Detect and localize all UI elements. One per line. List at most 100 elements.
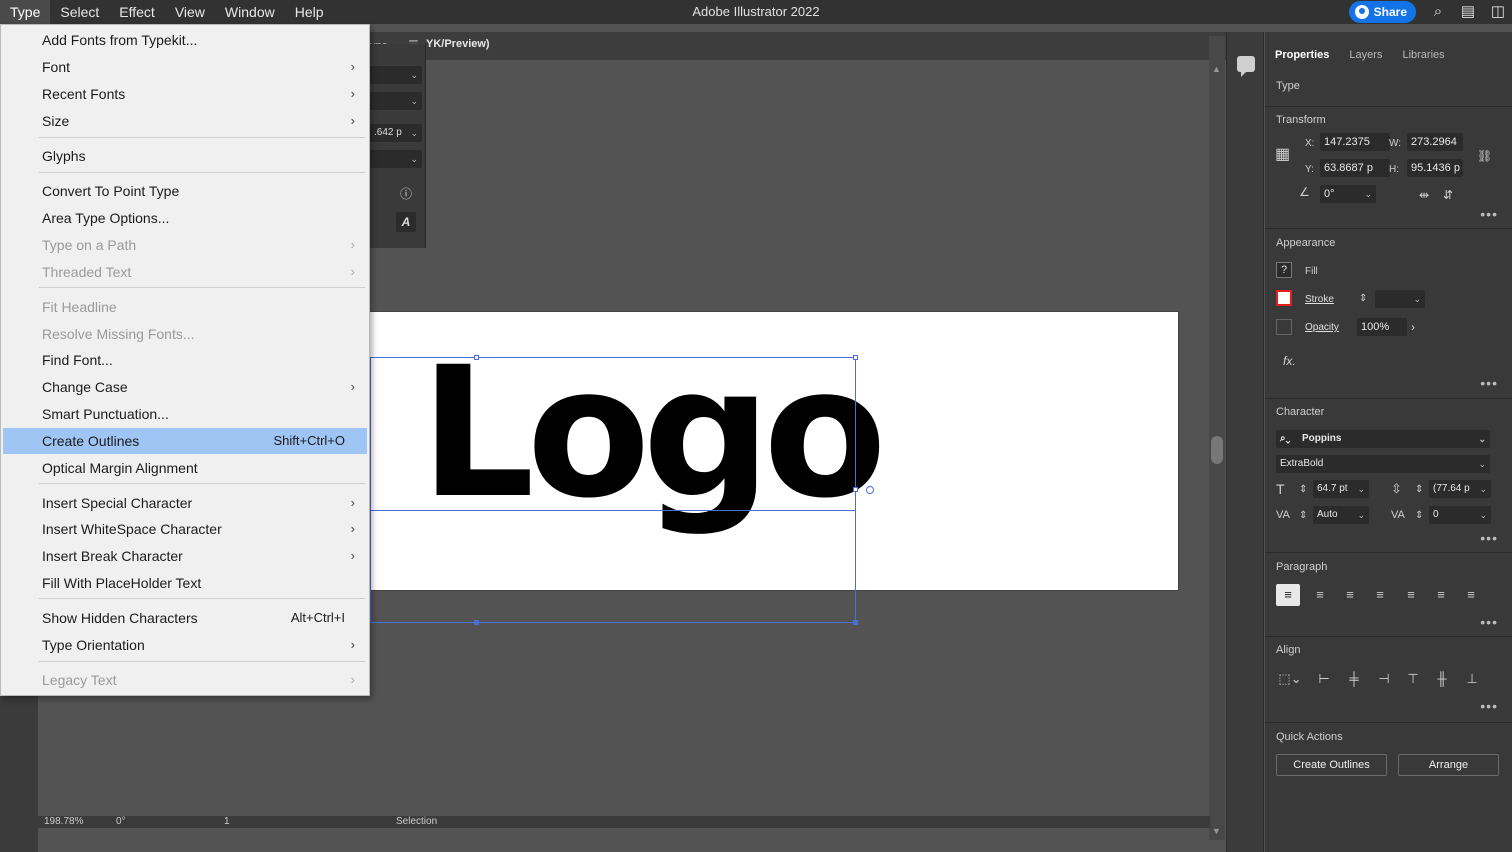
arrange-button[interactable]: Arrange bbox=[1398, 754, 1499, 776]
stepper-icon[interactable]: ⇕ bbox=[1415, 482, 1423, 498]
justify-center-icon[interactable]: ≡ bbox=[1402, 587, 1420, 603]
justify-all-icon[interactable]: ≡ bbox=[1462, 587, 1480, 603]
opacity-field[interactable]: 100% bbox=[1357, 318, 1407, 336]
scrollbar-thumb[interactable] bbox=[1211, 436, 1223, 464]
menu-item-insert-special-character[interactable]: Insert Special Character › bbox=[3, 490, 367, 516]
font-family-field[interactable]: ⌕⌄ Poppins ⌄ bbox=[1276, 430, 1490, 448]
menu-item-recent-fonts[interactable]: Recent Fonts › bbox=[3, 81, 367, 107]
zoom-level[interactable]: 198.78% bbox=[44, 816, 83, 828]
align-bottom-edges-icon[interactable]: ⊥ bbox=[1463, 671, 1481, 687]
menu-window[interactable]: Window bbox=[215, 0, 285, 24]
stroke-link[interactable]: Stroke bbox=[1305, 294, 1334, 305]
align-left-icon[interactable]: ≡ bbox=[1276, 584, 1300, 606]
more-options-icon[interactable]: ••• bbox=[1480, 530, 1498, 546]
info-icon[interactable]: ⓘ bbox=[396, 184, 416, 204]
align-right-edges-icon[interactable]: ⊣ bbox=[1375, 671, 1393, 687]
rotate-field[interactable]: 0° ⌄ bbox=[1320, 185, 1376, 203]
menu-item-insert-break-character[interactable]: Insert Break Character › bbox=[3, 543, 367, 569]
align-center-icon[interactable]: ≡ bbox=[1311, 587, 1329, 603]
tab-libraries[interactable]: Libraries bbox=[1392, 42, 1454, 68]
menu-item-insert-whitespace-character[interactable]: Insert WhiteSpace Character › bbox=[3, 516, 367, 542]
stepper-icon[interactable]: ⇕ bbox=[1415, 508, 1423, 524]
menu-item-add-fonts-from-typekit[interactable]: Add Fonts from Typekit... bbox=[3, 27, 367, 53]
menu-select[interactable]: Select bbox=[50, 0, 109, 24]
w-field[interactable]: 273.2964 bbox=[1407, 133, 1463, 151]
font-size-field[interactable]: 64.7 pt ⌄ bbox=[1313, 480, 1369, 498]
menu-type[interactable]: Type bbox=[0, 0, 51, 24]
stroke-weight-field[interactable]: ⌄ bbox=[1375, 290, 1425, 308]
stepper-icon[interactable]: ⇕ bbox=[1299, 508, 1307, 524]
more-options-icon[interactable]: ••• bbox=[1480, 375, 1498, 391]
document-tab[interactable]: YK/Preview) bbox=[426, 38, 490, 50]
floating-panel-field[interactable]: ⌄ bbox=[370, 92, 422, 110]
menu-item-smart-punctuation[interactable]: Smart Punctuation... bbox=[3, 401, 367, 427]
menu-item-fill-with-placeholder-text[interactable]: Fill With PlaceHolder Text bbox=[3, 570, 367, 596]
workspace-switcher-icon[interactable]: ◫ bbox=[1490, 4, 1506, 20]
scroll-down-icon[interactable]: ▼ bbox=[1212, 826, 1221, 836]
menu-item-size[interactable]: Size › bbox=[3, 108, 367, 134]
menu-help[interactable]: Help bbox=[285, 0, 334, 24]
thread-out-port[interactable] bbox=[866, 486, 874, 494]
fx-button[interactable]: fx. bbox=[1283, 354, 1296, 368]
justify-right-icon[interactable]: ≡ bbox=[1432, 587, 1450, 603]
arrange-documents-icon[interactable]: ▤ bbox=[1460, 4, 1476, 20]
align-right-icon[interactable]: ≡ bbox=[1341, 587, 1359, 603]
reference-point-icon[interactable]: ▦ bbox=[1275, 147, 1290, 163]
floating-panel-field[interactable]: ⌄ bbox=[370, 150, 422, 168]
menu-item-show-hidden-characters[interactable]: Show Hidden Characters Alt+Ctrl+I bbox=[3, 605, 367, 631]
flip-horizontal-icon[interactable]: ⇹ bbox=[1419, 187, 1429, 203]
tab-layers[interactable]: Layers bbox=[1339, 42, 1392, 68]
constrain-proportions-icon[interactable]: ⛓ bbox=[1477, 148, 1492, 164]
flip-vertical-icon[interactable]: ⇵ bbox=[1443, 187, 1453, 203]
menu-item-find-font[interactable]: Find Font... bbox=[3, 347, 367, 373]
justify-left-icon[interactable]: ≡ bbox=[1371, 587, 1389, 603]
menu-view[interactable]: View bbox=[165, 0, 215, 24]
menu-item-font[interactable]: Font › bbox=[3, 54, 367, 80]
stepper-icon[interactable]: ⇕ bbox=[1299, 482, 1307, 498]
menu-effect[interactable]: Effect bbox=[109, 0, 165, 24]
tracking-field[interactable]: 0 ⌄ bbox=[1429, 506, 1491, 524]
menu-item-type-orientation[interactable]: Type Orientation › bbox=[3, 632, 367, 658]
h-field[interactable]: 95.1436 p bbox=[1407, 159, 1463, 177]
align-horizontal-center-icon[interactable]: ╪ bbox=[1345, 671, 1363, 687]
y-field[interactable]: 63.8687 p bbox=[1320, 159, 1390, 177]
align-left-edges-icon[interactable]: ⊢ bbox=[1315, 671, 1333, 687]
menu-item-optical-margin-alignment[interactable]: Optical Margin Alignment bbox=[3, 455, 367, 481]
fill-swatch[interactable]: ? bbox=[1276, 262, 1292, 278]
more-options-icon[interactable]: ••• bbox=[1480, 206, 1498, 222]
comment-icon[interactable] bbox=[1237, 56, 1255, 77]
more-options-icon[interactable]: ••• bbox=[1480, 614, 1498, 630]
tab-properties[interactable]: Properties bbox=[1265, 42, 1339, 68]
floating-panel-size-field[interactable]: .642 p ⌄ bbox=[370, 124, 422, 142]
italic-type-icon[interactable]: A bbox=[396, 212, 416, 232]
rotation-value[interactable]: 0° bbox=[116, 816, 126, 828]
selection-handle[interactable] bbox=[853, 355, 858, 360]
selection-handle[interactable] bbox=[853, 620, 858, 625]
stroke-swatch[interactable] bbox=[1276, 290, 1292, 306]
menu-item-change-case[interactable]: Change Case › bbox=[3, 374, 367, 400]
chevron-right-icon[interactable]: › bbox=[1411, 319, 1415, 335]
share-button[interactable]: Share bbox=[1348, 1, 1416, 23]
vertical-scrollbar[interactable]: ▲ ▼ bbox=[1209, 36, 1225, 840]
create-outlines-button[interactable]: Create Outlines bbox=[1276, 754, 1387, 776]
menu-item-convert-to-point-type[interactable]: Convert To Point Type bbox=[3, 178, 367, 204]
align-to-icon[interactable]: ⬚⌄ bbox=[1277, 671, 1303, 687]
font-style-field[interactable]: ExtraBold ⌄ bbox=[1276, 455, 1490, 473]
stepper-icon[interactable]: ⇕ bbox=[1359, 291, 1367, 307]
selection-handle[interactable] bbox=[853, 487, 858, 492]
opacity-link[interactable]: Opacity bbox=[1305, 322, 1339, 333]
kerning-field[interactable]: Auto ⌄ bbox=[1313, 506, 1369, 524]
menu-item-glyphs[interactable]: Glyphs bbox=[3, 143, 367, 169]
artboard-number[interactable]: 1 bbox=[224, 816, 230, 828]
floating-panel-field[interactable]: ⌄ bbox=[370, 66, 422, 84]
x-field[interactable]: 147.2375 bbox=[1320, 133, 1390, 151]
menu-item-area-type-options[interactable]: Area Type Options... bbox=[3, 205, 367, 231]
selection-handle[interactable] bbox=[474, 620, 479, 625]
search-icon[interactable]: ⌕ bbox=[1430, 4, 1446, 20]
scroll-up-icon[interactable]: ▲ bbox=[1212, 64, 1221, 74]
more-options-icon[interactable]: ••• bbox=[1480, 698, 1498, 714]
align-top-edges-icon[interactable]: ⊤ bbox=[1404, 671, 1422, 687]
leading-field[interactable]: (77.64 p ⌄ bbox=[1429, 480, 1491, 498]
menu-item-create-outlines[interactable]: Create Outlines Shift+Ctrl+O bbox=[3, 428, 367, 454]
selection-handle[interactable] bbox=[474, 355, 479, 360]
